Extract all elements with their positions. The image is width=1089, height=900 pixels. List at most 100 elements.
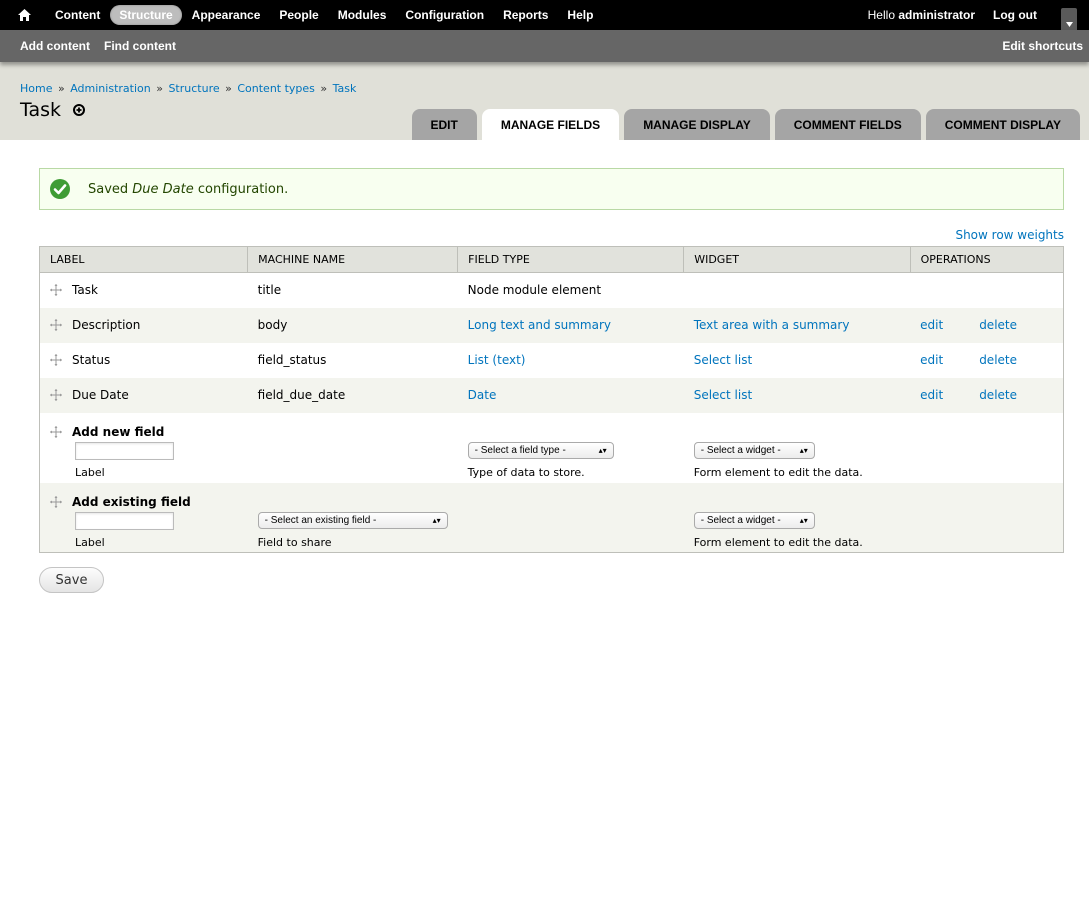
row-label: Description xyxy=(72,318,141,332)
logout-link[interactable]: Log out xyxy=(993,8,1037,22)
breadcrumb-task[interactable]: Task xyxy=(333,82,357,95)
row-field-type-cell: List (text) xyxy=(458,343,684,378)
shortcut-find-content[interactable]: Find content xyxy=(104,39,176,53)
drag-handle-icon[interactable] xyxy=(50,284,62,297)
existing-field-label-input[interactable] xyxy=(75,511,174,530)
field-type-link[interactable]: List (text) xyxy=(468,353,526,367)
add-shortcut-icon[interactable] xyxy=(73,104,86,116)
select-arrows-icon: ▴▾ xyxy=(432,516,441,525)
existing-widget-select[interactable]: - Select a widget - ▴▾ xyxy=(693,512,815,529)
menu-item-modules[interactable]: Modules xyxy=(329,5,396,25)
admin-toolbar: Content Structure Appearance People Modu… xyxy=(0,0,1089,30)
save-button[interactable]: Save xyxy=(39,567,104,593)
row-label-cell: Status xyxy=(40,343,248,378)
row-operations: edit delete xyxy=(910,378,1063,413)
menu-item-configuration[interactable]: Configuration xyxy=(396,5,493,25)
edit-link[interactable]: edit xyxy=(920,318,943,332)
widget-link[interactable]: Text area with a summary xyxy=(694,318,850,332)
add-existing-field-title: Add existing field xyxy=(72,494,191,509)
row-machine-name: field_due_date xyxy=(257,388,346,402)
field-type-select[interactable]: - Select a field type - ▴▾ xyxy=(467,442,614,459)
delete-link[interactable]: delete xyxy=(979,353,1017,367)
menu-item-content[interactable]: Content xyxy=(46,5,109,25)
edit-shortcuts-link[interactable]: Edit shortcuts xyxy=(1002,39,1083,53)
breadcrumb-content-types[interactable]: Content types xyxy=(237,82,315,95)
add-existing-field-row: Add existing field xyxy=(39,482,1064,511)
breadcrumb-separator: » xyxy=(225,82,232,95)
col-machine-name: MACHINE NAME xyxy=(247,246,459,273)
new-field-label-input[interactable] xyxy=(75,441,174,460)
breadcrumb-home[interactable]: Home xyxy=(20,82,52,95)
greeting-prefix: Hello xyxy=(867,8,899,22)
field-type-link[interactable]: Long text and summary xyxy=(468,318,611,332)
drawer-toggle-icon[interactable] xyxy=(1061,8,1077,30)
select-arrows-icon: ▴▾ xyxy=(598,446,607,455)
shortcut-add-content[interactable]: Add content xyxy=(20,39,90,53)
row-operations xyxy=(910,273,1063,308)
delete-link[interactable]: delete xyxy=(979,388,1017,402)
row-label: Due Date xyxy=(72,388,129,402)
status-prefix: Saved xyxy=(88,181,133,197)
new-widget-select[interactable]: - Select a widget - ▴▾ xyxy=(693,442,815,459)
breadcrumb-structure[interactable]: Structure xyxy=(168,82,219,95)
new-widget-cell: - Select a widget - ▴▾ xyxy=(684,441,910,461)
menu-item-appearance[interactable]: Appearance xyxy=(183,5,270,25)
home-icon[interactable] xyxy=(18,8,32,22)
menu-item-help[interactable]: Help xyxy=(558,5,602,25)
page-header: Home » Administration » Structure » Cont… xyxy=(0,62,1089,140)
add-new-field-row: Add new field xyxy=(39,412,1064,441)
empty-cell xyxy=(248,441,458,461)
drag-handle-icon[interactable] xyxy=(50,319,62,331)
widget-link[interactable]: Select list xyxy=(694,388,752,402)
menu-item-structure[interactable]: Structure xyxy=(110,5,182,25)
existing-field-select[interactable]: - Select an existing field - ▴▾ xyxy=(257,512,448,529)
shortcuts-bar: Add content Find content Edit shortcuts xyxy=(0,30,1089,62)
menu-item-people[interactable]: People xyxy=(270,5,327,25)
drag-handle-icon[interactable] xyxy=(50,354,62,366)
main-content: Saved Due Date configuration. Show row w… xyxy=(0,140,1089,593)
tab-comment-display[interactable]: COMMENT DISPLAY xyxy=(925,109,1080,140)
drag-handle-icon[interactable] xyxy=(50,495,62,508)
show-row-weights-link[interactable]: Show row weights xyxy=(955,228,1064,242)
existing-field-cell: - Select an existing field - ▴▾ xyxy=(248,511,458,531)
check-icon xyxy=(50,179,70,199)
edit-link[interactable]: edit xyxy=(920,353,943,367)
tab-comment-fields[interactable]: COMMENT FIELDS xyxy=(774,109,921,140)
row-widget-cell: Select list xyxy=(684,378,910,413)
empty-cell xyxy=(248,461,458,483)
table-header-row: LABEL MACHINE NAME FIELD TYPE WIDGET OPE… xyxy=(38,246,1065,273)
row-label-cell: Due Date xyxy=(40,378,248,413)
col-widget: WIDGET xyxy=(683,246,911,273)
menu-item-reports[interactable]: Reports xyxy=(494,5,557,25)
new-label-cell xyxy=(40,441,248,461)
row-field-type: Node module element xyxy=(467,283,602,298)
new-widget-desc: Form element to edit the data. xyxy=(693,466,863,479)
col-field-type: FIELD TYPE xyxy=(457,246,685,273)
status-suffix: configuration. xyxy=(193,181,289,197)
field-type-link[interactable]: Date xyxy=(468,388,497,402)
add-existing-inputs: - Select an existing field - ▴▾ - Select … xyxy=(39,510,1064,531)
username-link[interactable]: administrator xyxy=(898,8,975,22)
delete-link[interactable]: delete xyxy=(979,318,1017,332)
existing-widget-select-value: - Select a widget - xyxy=(700,515,781,526)
drag-handle-icon[interactable] xyxy=(50,389,62,401)
toolbar-menu: Content Structure Appearance People Modu… xyxy=(46,5,603,25)
widget-link[interactable]: Select list xyxy=(694,353,752,367)
edit-link[interactable]: edit xyxy=(920,388,943,402)
tab-manage-fields[interactable]: MANAGE FIELDS xyxy=(481,109,620,140)
select-arrows-icon: ▴▾ xyxy=(799,516,808,525)
row-label-cell: Task xyxy=(40,273,248,308)
select-arrows-icon: ▴▾ xyxy=(799,446,808,455)
drag-handle-icon[interactable] xyxy=(50,425,62,438)
tab-edit[interactable]: EDIT xyxy=(411,109,477,140)
row-machine-name: title xyxy=(257,283,282,298)
empty-cell xyxy=(458,511,684,531)
tab-manage-display[interactable]: MANAGE DISPLAY xyxy=(624,109,770,140)
breadcrumb-administration[interactable]: Administration xyxy=(70,82,151,95)
row-field-type-cell: Date xyxy=(458,378,684,413)
new-type-desc: Type of data to store. xyxy=(467,466,585,479)
breadcrumb: Home » Administration » Structure » Cont… xyxy=(20,82,1069,95)
existing-field-desc: Field to share xyxy=(257,535,332,549)
row-machine-name: field_status xyxy=(257,353,327,367)
primary-tabs: EDIT MANAGE FIELDS MANAGE DISPLAY COMMEN… xyxy=(407,109,1080,140)
